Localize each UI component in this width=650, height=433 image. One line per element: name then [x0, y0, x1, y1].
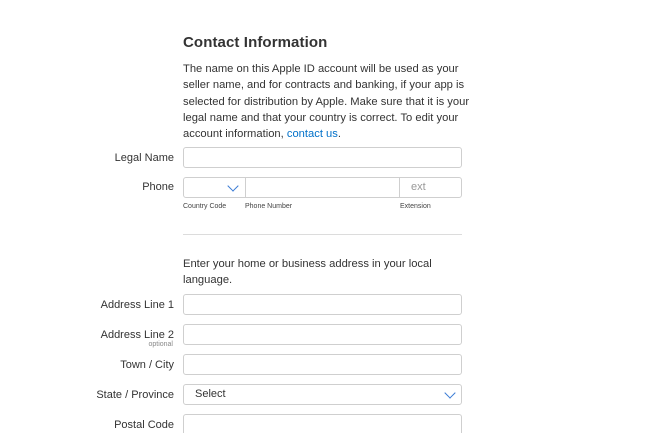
intro-paragraph: The name on this Apple ID account will b… — [183, 61, 473, 142]
address-line1-input[interactable] — [183, 294, 462, 315]
country-code-caption: Country Code — [183, 203, 227, 210]
state-select-value: Select — [195, 388, 226, 400]
state-select[interactable]: Select — [183, 384, 462, 405]
phone-label: Phone — [142, 181, 174, 193]
legal-name-input[interactable] — [183, 147, 462, 168]
state-label: State / Province — [96, 389, 174, 401]
address-line1-label: Address Line 1 — [100, 299, 174, 311]
city-input[interactable] — [183, 354, 462, 375]
section-title: Contact Information — [183, 34, 328, 51]
postal-code-input[interactable] — [183, 414, 462, 433]
phone-number-caption: Phone Number — [245, 203, 293, 210]
address-line2-optional: optional — [148, 341, 173, 348]
phone-number-input[interactable] — [245, 177, 400, 198]
legal-name-label: Legal Name — [114, 152, 174, 164]
address-intro: Enter your home or business address in y… — [183, 258, 432, 286]
extension-caption: Extension — [400, 203, 431, 210]
address-line2-input[interactable] — [183, 324, 462, 345]
intro-end: . — [337, 128, 341, 141]
extension-input[interactable]: ext — [399, 177, 462, 198]
chevron-down-icon — [444, 387, 456, 399]
address-line2-label: Address Line 2 — [100, 329, 174, 341]
country-code-select[interactable] — [183, 177, 246, 198]
chevron-down-icon — [227, 180, 239, 192]
city-label: Town / City — [120, 359, 174, 371]
contact-us-link[interactable]: contact us — [287, 128, 338, 140]
section-divider — [183, 234, 462, 235]
postal-code-label: Postal Code — [114, 419, 174, 431]
